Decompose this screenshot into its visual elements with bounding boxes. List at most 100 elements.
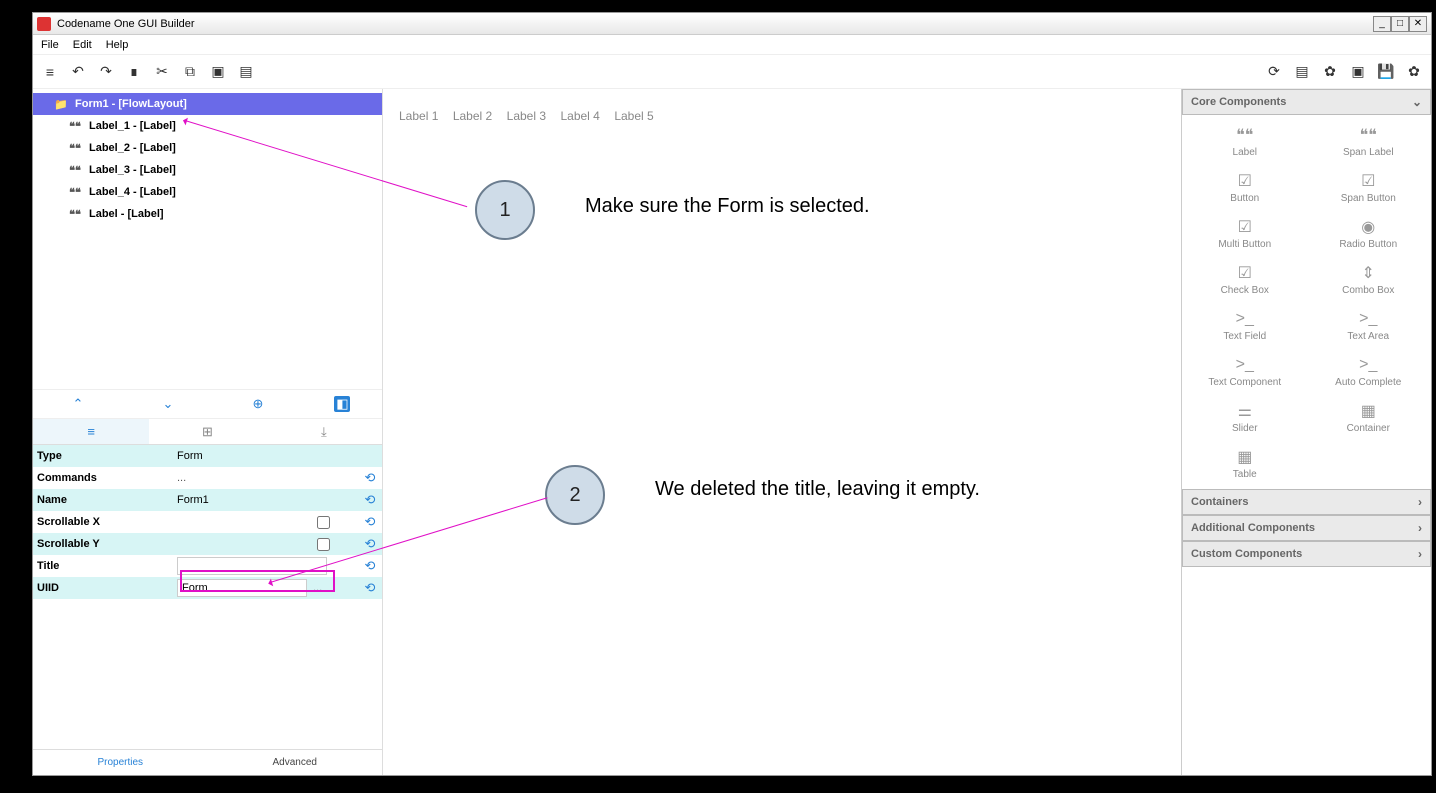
palette-item[interactable]: ▦Table bbox=[1184, 441, 1306, 485]
minimize-button[interactable]: _ bbox=[1373, 16, 1391, 32]
tree-item-label: Label_1 - [Label] bbox=[89, 120, 176, 132]
tree-item[interactable]: ❝❝ Label - [Label] bbox=[33, 203, 382, 225]
palette-item-icon: ☑ bbox=[1235, 263, 1255, 283]
device-icon[interactable]: ▤ bbox=[1293, 63, 1311, 81]
grid-props-tab[interactable]: ⊞ bbox=[149, 419, 265, 444]
add-icon[interactable]: ⊕ bbox=[244, 394, 271, 414]
palette-item[interactable]: ☑Multi Button bbox=[1184, 211, 1306, 255]
tree-item-label: Label - [Label] bbox=[89, 208, 164, 220]
window-title: Codename One GUI Builder bbox=[57, 18, 195, 30]
revert-icon[interactable]: ⟲ bbox=[358, 514, 382, 530]
revert-icon[interactable]: ⟲ bbox=[358, 580, 382, 596]
prop-value[interactable]: Form1 bbox=[173, 494, 358, 506]
additional-components-header[interactable]: Additional Components › bbox=[1182, 515, 1431, 541]
property-view-tabs: ≡ ⊞ ⤓ bbox=[33, 419, 382, 445]
menu-file[interactable]: File bbox=[41, 39, 59, 51]
canvas-label[interactable]: Label 5 bbox=[614, 109, 653, 123]
tree-item-label: Label_4 - [Label] bbox=[89, 186, 176, 198]
maximize-button[interactable]: □ bbox=[1391, 16, 1409, 32]
commands-dots-button[interactable]: ... bbox=[177, 472, 186, 484]
move-up-icon[interactable]: ⌃ bbox=[65, 394, 92, 414]
palette-item-icon: ▦ bbox=[1235, 447, 1255, 467]
refresh-icon[interactable]: ⟳ bbox=[1265, 63, 1283, 81]
undo-icon[interactable]: ↶ bbox=[69, 63, 87, 81]
advanced-tab[interactable]: Advanced bbox=[208, 750, 383, 775]
layout-props-tab[interactable]: ⤓ bbox=[266, 419, 382, 444]
palette-item[interactable]: ◉Radio Button bbox=[1308, 211, 1430, 255]
copy-icon[interactable]: ⧉ bbox=[181, 63, 199, 81]
quote-icon: ❝❝ bbox=[67, 141, 83, 155]
canvas-label[interactable]: Label 3 bbox=[507, 109, 546, 123]
app-window: Codename One GUI Builder _ □ ✕ File Edit… bbox=[32, 12, 1432, 776]
tree-item[interactable]: ❝❝ Label_2 - [Label] bbox=[33, 137, 382, 159]
form-canvas[interactable]: Label 1 Label 2 Label 3 Label 4 Label 5 bbox=[391, 97, 1173, 135]
quote-icon: ❝❝ bbox=[67, 119, 83, 133]
palette-item-icon: >_ bbox=[1358, 355, 1378, 375]
palette-item-icon: ◉ bbox=[1358, 217, 1378, 237]
palette-item[interactable]: >_Text Component bbox=[1184, 349, 1306, 393]
canvas-label[interactable]: Label 4 bbox=[560, 109, 599, 123]
delete-icon[interactable]: ∎ bbox=[125, 63, 143, 81]
palette-item[interactable]: ❝❝Label bbox=[1184, 119, 1306, 163]
save-icon[interactable]: 💾 bbox=[1377, 63, 1395, 81]
move-down-icon[interactable]: ⌄ bbox=[155, 394, 182, 414]
basic-props-tab[interactable]: ≡ bbox=[33, 419, 149, 444]
prop-row-scrollx: Scrollable X ⟲ bbox=[33, 511, 382, 533]
cut-icon[interactable]: ✂ bbox=[153, 63, 171, 81]
palette-item-label: Check Box bbox=[1221, 285, 1269, 296]
palette-item[interactable]: ☑Button bbox=[1184, 165, 1306, 209]
properties-tab[interactable]: Properties bbox=[33, 750, 208, 775]
menu-help[interactable]: Help bbox=[106, 39, 129, 51]
chevron-right-icon: › bbox=[1418, 495, 1422, 509]
prop-row-name: Name Form1 ⟲ bbox=[33, 489, 382, 511]
revert-icon[interactable]: ⟲ bbox=[358, 492, 382, 508]
gear-icon[interactable]: ✿ bbox=[1405, 63, 1423, 81]
prop-row-type: Type Form bbox=[33, 445, 382, 467]
hamburger-icon[interactable]: ≡ bbox=[41, 63, 59, 81]
revert-icon[interactable]: ⟲ bbox=[358, 558, 382, 574]
palette-item-label: Multi Button bbox=[1218, 239, 1271, 250]
prop-row-scrolly: Scrollable Y ⟲ bbox=[33, 533, 382, 555]
chevron-down-icon: ⌄ bbox=[1412, 95, 1422, 109]
palette-item-icon: >_ bbox=[1358, 309, 1378, 329]
palette-item[interactable]: ☑Span Button bbox=[1308, 165, 1430, 209]
close-button[interactable]: ✕ bbox=[1409, 16, 1427, 32]
palette-item-icon: ☑ bbox=[1358, 171, 1378, 191]
palette-item[interactable]: ▦Container bbox=[1308, 395, 1430, 439]
palette-item-icon: >_ bbox=[1235, 309, 1255, 329]
revert-icon[interactable]: ⟲ bbox=[358, 470, 382, 486]
image-icon[interactable]: ▣ bbox=[1349, 63, 1367, 81]
menu-edit[interactable]: Edit bbox=[73, 39, 92, 51]
palette-item-label: Button bbox=[1230, 193, 1259, 204]
canvas-label[interactable]: Label 2 bbox=[453, 109, 492, 123]
palette-item[interactable]: ⇕Combo Box bbox=[1308, 257, 1430, 301]
core-components-header[interactable]: Core Components ⌄ bbox=[1182, 89, 1431, 115]
chevron-right-icon: › bbox=[1418, 521, 1422, 535]
palette-item[interactable]: ☑ Check Box bbox=[1184, 257, 1306, 301]
palette-item-label: Slider bbox=[1232, 423, 1258, 434]
canvas-label[interactable]: Label 1 bbox=[399, 109, 438, 123]
tree-item[interactable]: ❝❝ Label_4 - [Label] bbox=[33, 181, 382, 203]
scrollable-y-checkbox[interactable] bbox=[317, 538, 330, 551]
paste-icon[interactable]: ▣ bbox=[209, 63, 227, 81]
containers-header[interactable]: Containers › bbox=[1182, 489, 1431, 515]
palette-item-label: Combo Box bbox=[1342, 285, 1394, 296]
palette-item[interactable]: ⚌Slider bbox=[1184, 395, 1306, 439]
palette-item[interactable]: >_Text Area bbox=[1308, 303, 1430, 347]
palette-item[interactable]: ❝❝Span Label bbox=[1308, 119, 1430, 163]
redo-icon[interactable]: ↷ bbox=[97, 63, 115, 81]
palette-item-label: Auto Complete bbox=[1335, 377, 1401, 388]
palette-item-icon: ▦ bbox=[1358, 401, 1378, 421]
palette-item[interactable]: >_Text Field bbox=[1184, 303, 1306, 347]
tree-item[interactable]: ❝❝ Label_3 - [Label] bbox=[33, 159, 382, 181]
new-icon[interactable]: ▤ bbox=[237, 63, 255, 81]
settings-icon[interactable]: ✿ bbox=[1321, 63, 1339, 81]
custom-components-header[interactable]: Custom Components › bbox=[1182, 541, 1431, 567]
scrollable-x-checkbox[interactable] bbox=[317, 516, 330, 529]
wrap-icon[interactable]: ◧ bbox=[334, 396, 350, 412]
tree-root-form[interactable]: 📁 Form1 - [FlowLayout] bbox=[33, 93, 382, 115]
component-tree: 📁 Form1 - [FlowLayout] ❝❝ Label_1 - [Lab… bbox=[33, 89, 382, 389]
palette-item[interactable]: >_ Auto Complete bbox=[1308, 349, 1430, 393]
palette-item-icon: >_ bbox=[1235, 355, 1255, 375]
quote-icon: ❝❝ bbox=[67, 185, 83, 199]
